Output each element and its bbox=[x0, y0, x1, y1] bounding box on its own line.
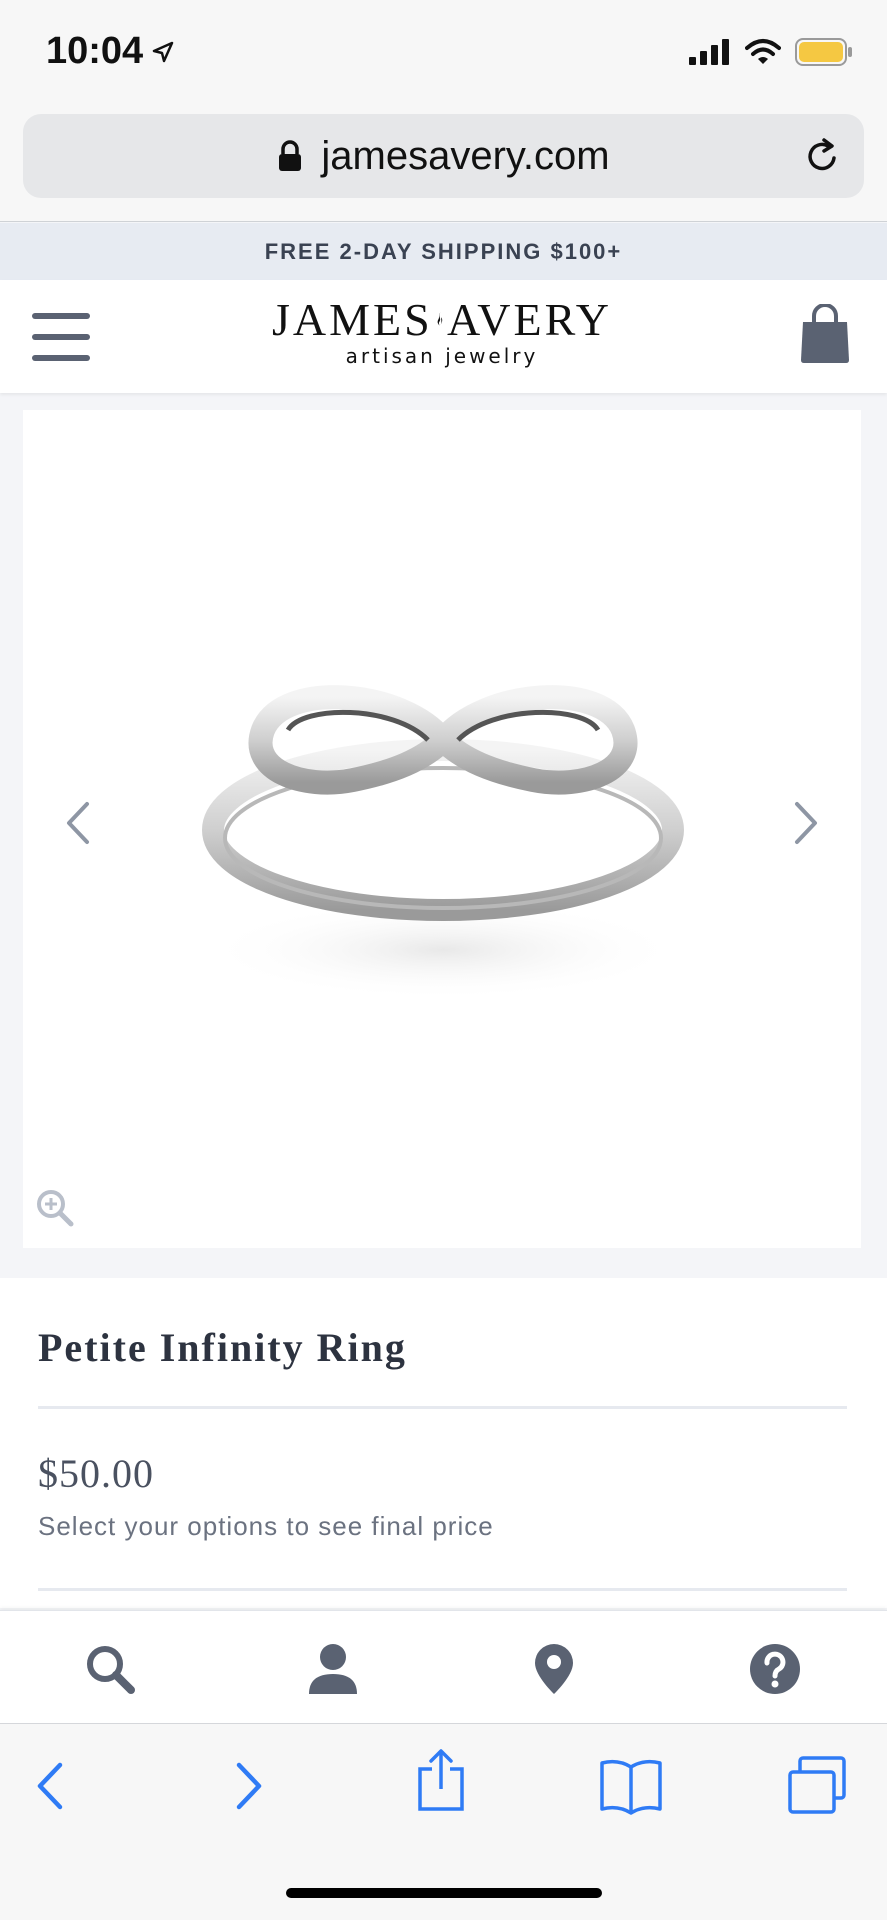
nav-location[interactable] bbox=[524, 1639, 584, 1699]
promo-banner[interactable]: FREE 2-DAY SHIPPING $100+ bbox=[0, 223, 887, 280]
home-indicator[interactable] bbox=[286, 1888, 602, 1898]
chevron-left-icon[interactable] bbox=[63, 800, 93, 846]
product-price: $50.00 bbox=[38, 1451, 154, 1496]
lock-icon bbox=[279, 140, 302, 171]
logo-tagline: artisan jewelry bbox=[345, 344, 539, 368]
share-icon bbox=[418, 1749, 464, 1811]
location-arrow-icon bbox=[152, 41, 174, 62]
back-icon bbox=[37, 1762, 63, 1810]
tabs-icon bbox=[788, 1756, 846, 1814]
price-note: Select your options to see final price bbox=[38, 1511, 494, 1541]
site-header: JAMES AVERY artisan jewelry bbox=[0, 280, 887, 393]
battery-icon bbox=[795, 38, 852, 66]
time-text: 10:04 bbox=[46, 30, 144, 72]
back-button[interactable] bbox=[34, 1756, 66, 1816]
tabs-button[interactable] bbox=[786, 1756, 848, 1816]
nav-account[interactable] bbox=[303, 1639, 363, 1699]
site-logo[interactable]: JAMES AVERY artisan jewelry bbox=[272, 290, 612, 369]
location-pin-icon bbox=[535, 1644, 573, 1694]
logo-word-left: JAMES bbox=[272, 293, 433, 345]
nav-search[interactable] bbox=[80, 1639, 140, 1699]
chevron-right-icon[interactable] bbox=[791, 800, 821, 846]
divider bbox=[38, 1588, 847, 1591]
url-text: jamesavery.com bbox=[321, 133, 610, 178]
divider bbox=[38, 1406, 847, 1409]
product-image bbox=[202, 685, 684, 1000]
help-icon bbox=[750, 1644, 800, 1694]
shopping-bag-icon[interactable] bbox=[799, 304, 851, 364]
signal-icon bbox=[689, 39, 729, 65]
bookmarks-icon bbox=[600, 1759, 662, 1815]
status-indicators bbox=[689, 38, 853, 66]
hamburger-line bbox=[32, 334, 90, 340]
bottom-nav bbox=[0, 1610, 887, 1723]
address-bar[interactable]: jamesavery.com bbox=[23, 114, 864, 198]
menu-button[interactable] bbox=[32, 313, 90, 361]
status-bar: 10:04 bbox=[0, 0, 887, 110]
share-button[interactable] bbox=[416, 1749, 466, 1811]
forward-icon bbox=[236, 1762, 262, 1810]
hamburger-line bbox=[32, 355, 90, 361]
logo-word-right: AVERY bbox=[447, 293, 612, 345]
hamburger-line bbox=[32, 313, 90, 319]
nav-help[interactable] bbox=[745, 1639, 805, 1699]
promo-text: FREE 2-DAY SHIPPING $100+ bbox=[264, 238, 623, 264]
wifi-icon bbox=[745, 39, 781, 64]
forward-button[interactable] bbox=[233, 1756, 265, 1816]
status-time: 10:04 bbox=[46, 30, 175, 73]
product-details: Petite Infinity Ring $50.00 Select your … bbox=[0, 1278, 887, 1608]
search-icon bbox=[87, 1646, 135, 1694]
browser-address-area: jamesavery.com bbox=[0, 110, 887, 222]
product-title: Petite Infinity Ring bbox=[38, 1325, 407, 1370]
bookmarks-button[interactable] bbox=[598, 1756, 664, 1816]
product-image-gallery[interactable] bbox=[23, 410, 861, 1248]
account-icon bbox=[309, 1644, 357, 1694]
zoom-in-icon[interactable] bbox=[35, 1188, 75, 1228]
flame-icon bbox=[437, 312, 442, 326]
reload-icon[interactable] bbox=[802, 136, 842, 176]
